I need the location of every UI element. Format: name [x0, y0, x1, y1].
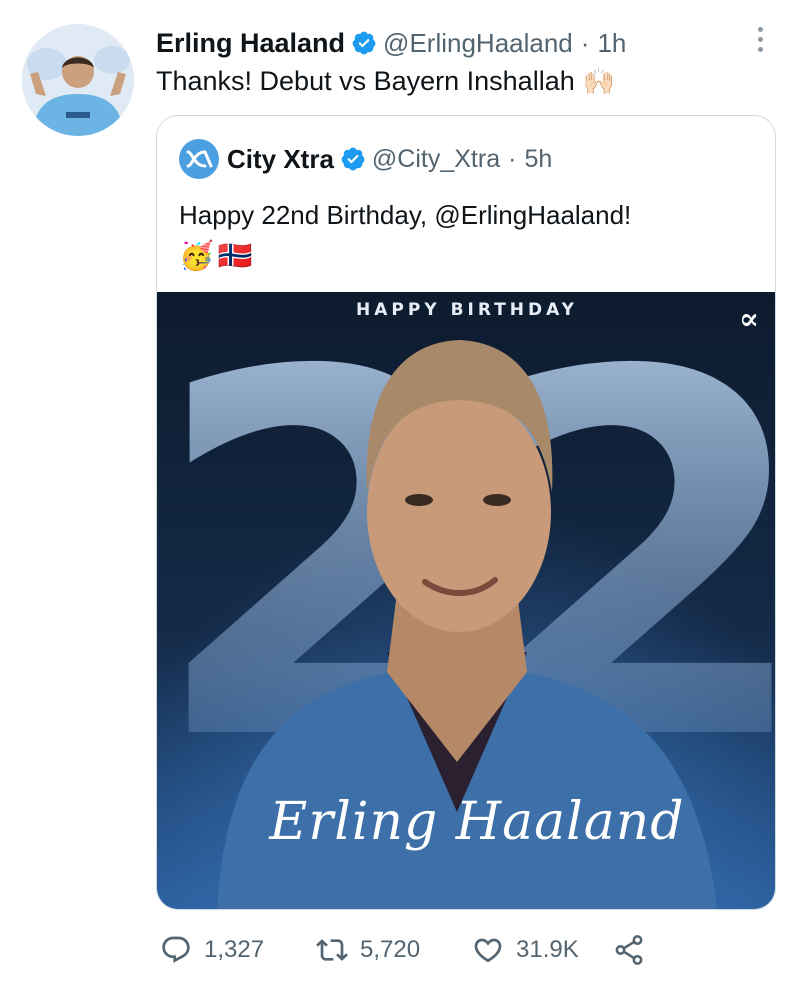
quoted-author-name[interactable]: City Xtra	[227, 144, 334, 175]
signature-text: Erling Haaland	[269, 792, 685, 852]
more-icon[interactable]	[745, 24, 775, 54]
share-button[interactable]	[612, 933, 646, 967]
image-headline: HAPPY BIRTHDAY	[356, 300, 578, 320]
quoted-tweet-text: Happy 22nd Birthday, @ErlingHaaland!	[179, 200, 632, 230]
quoted-tweet-header: City Xtra @City_Xtra · 5h	[179, 139, 553, 179]
quoted-timestamp: 5h	[524, 144, 553, 173]
reply-button[interactable]: 1,327	[160, 934, 316, 966]
timestamp[interactable]: 1h	[597, 28, 626, 59]
norway-flag-emoji: 🇳🇴	[217, 239, 253, 271]
heart-icon	[474, 938, 502, 963]
quoted-tweet-card[interactable]: City Xtra @City_Xtra · 5h Happy 22nd Bir…	[156, 115, 776, 910]
tweet-header: Erling Haaland @ErlingHaaland · 1h	[156, 26, 626, 60]
city-xtra-watermark: ∝	[738, 302, 759, 337]
avatar-image	[22, 24, 134, 136]
tweet-text: Thanks! Debut vs Bayern Inshallah 🙌🏻	[156, 66, 615, 97]
quoted-author-handle[interactable]: @City_Xtra	[372, 145, 500, 174]
reply-icon	[162, 936, 190, 963]
author-name[interactable]: Erling Haaland	[156, 28, 345, 59]
separator-dot: ·	[508, 144, 517, 173]
retweet-icon	[316, 939, 348, 961]
city-xtra-logo-icon	[179, 139, 219, 179]
author-handle[interactable]: @ErlingHaaland	[383, 28, 573, 59]
share-icon	[615, 935, 643, 965]
tweet-text-body: Thanks! Debut vs Bayern Inshallah	[156, 66, 575, 96]
like-count: 31.9K	[516, 936, 579, 963]
retweet-button[interactable]: 5,720	[316, 934, 472, 966]
separator-dot: ·	[580, 27, 590, 58]
quoted-tweet-emojis: 🥳 🇳🇴	[179, 238, 253, 272]
raised-hands-emoji: 🙌🏻	[582, 66, 616, 96]
action-bar: 1,327 5,720 31.9K	[160, 930, 646, 970]
avatar[interactable]	[22, 24, 134, 136]
tweet[interactable]: Erling Haaland @ErlingHaaland · 1h Thank…	[0, 0, 800, 999]
reply-count: 1,327	[204, 936, 265, 963]
birthday-graphic-image[interactable]: 22 HAPPY BIRTHDAY ∝ Erling Haaland	[157, 292, 775, 909]
like-button[interactable]: 31.9K	[472, 934, 612, 966]
retweet-count: 5,720	[360, 936, 421, 963]
verified-badge-icon	[341, 147, 365, 171]
verified-badge-icon	[352, 31, 376, 55]
party-face-emoji: 🥳	[179, 239, 214, 271]
